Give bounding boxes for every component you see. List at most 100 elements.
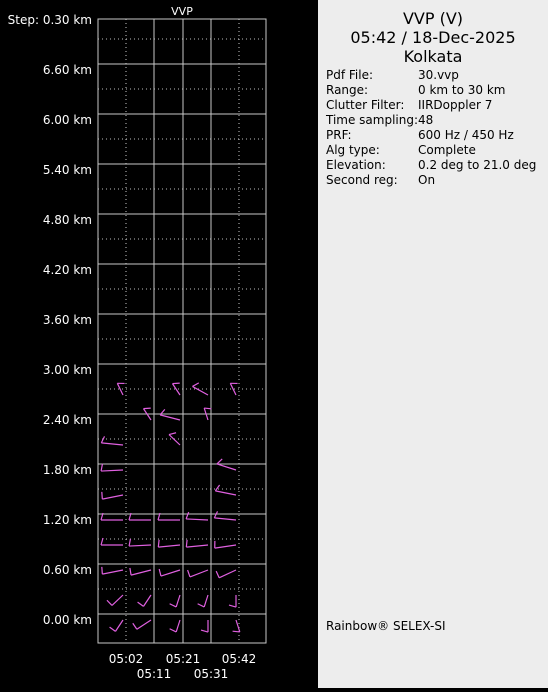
wind-barb-feather	[217, 459, 222, 464]
wind-barb-staff	[176, 620, 180, 632]
y-tick-label: 4.20 km	[43, 263, 92, 277]
wind-barb-feather	[192, 383, 198, 387]
chart-title: VVP	[171, 5, 193, 18]
info-label: PRF:	[326, 128, 352, 142]
plot-frame	[98, 19, 266, 643]
wind-barb-feather	[216, 571, 219, 578]
wind-barb-staff	[215, 491, 236, 495]
wind-barb-feather	[201, 630, 208, 632]
wind-barb	[215, 485, 236, 495]
wind-barb	[214, 511, 236, 520]
wind-barb-feather	[107, 600, 112, 605]
wind-barb-feather	[170, 629, 177, 632]
wind-barb	[107, 595, 123, 605]
y-tick-label: 1.80 km	[43, 463, 92, 477]
wind-barb	[229, 595, 236, 607]
wind-barb-staff	[101, 443, 123, 445]
info-value: 0 km to 30 km	[418, 83, 506, 97]
y-tick-label: 6.00 km	[43, 113, 92, 127]
wind-barb-staff	[214, 518, 236, 520]
wind-barb-staff	[192, 386, 208, 395]
wind-barb	[101, 538, 123, 545]
wind-barb-staff	[186, 519, 208, 520]
wind-barb-feather	[138, 602, 144, 606]
info-panel: VVP (V) 05:42 / 18-Dec-2025 Kolkata Pdf …	[318, 0, 548, 688]
wind-barb	[158, 540, 180, 547]
wind-barb	[186, 512, 208, 520]
wind-barb-feather	[101, 436, 104, 443]
wind-barb-staff	[169, 435, 180, 445]
wind-barb-staff	[176, 595, 180, 607]
info-value: 48	[418, 113, 433, 127]
wind-barb-feather	[133, 623, 137, 629]
wind-barb-feather	[130, 568, 131, 575]
wind-barb-staff	[219, 570, 236, 578]
product-datetime: 05:42 / 18-Dec-2025	[318, 28, 548, 47]
wind-barb-staff	[215, 545, 236, 548]
credit-label: Rainbow® SELEX-SI	[326, 619, 446, 633]
info-label: Pdf File:	[326, 68, 373, 82]
wind-barb-feather	[143, 408, 150, 409]
wind-barb-staff	[131, 570, 151, 575]
wind-barb-feather	[102, 567, 103, 574]
y-tick-label: 3.00 km	[43, 363, 92, 377]
wind-barb	[102, 567, 123, 574]
wind-barb-staff	[129, 545, 151, 546]
wind-barb	[101, 436, 123, 445]
vvp-chart: VVPStep: 0.30 km6.60 km6.00 km5.40 km4.8…	[0, 0, 318, 688]
info-value: IIRDoppler 7	[418, 98, 492, 112]
x-tick-label: 05:42	[222, 652, 257, 666]
wind-barb	[216, 570, 236, 578]
wind-barb-feather	[101, 464, 102, 471]
info-label: Clutter Filter:	[326, 98, 404, 112]
wind-barb	[215, 541, 236, 548]
wind-barb-feather	[170, 604, 177, 607]
wind-barb	[101, 464, 123, 471]
y-tick-label: 1.20 km	[43, 513, 92, 527]
wind-barb	[230, 383, 237, 395]
info-value: On	[418, 173, 435, 187]
wind-barb-feather	[186, 512, 189, 519]
wind-barb-feather	[172, 383, 179, 384]
x-tick-label: 05:21	[166, 652, 201, 666]
y-tick-label: 0.60 km	[43, 563, 92, 577]
x-tick-label: 05:02	[109, 652, 144, 666]
y-tick-label: 5.40 km	[43, 163, 92, 177]
wind-barb-feather	[158, 540, 159, 547]
wind-barb	[130, 568, 151, 575]
wind-barb-staff	[115, 620, 123, 631]
wind-barb-feather	[102, 492, 103, 499]
info-value: 30.vvp	[418, 68, 459, 82]
wind-barb-staff	[161, 570, 180, 576]
wind-barb-feather	[186, 540, 187, 547]
wind-barb-feather	[229, 605, 236, 607]
wind-barb-feather	[233, 631, 240, 632]
wind-barb-feather	[214, 511, 217, 518]
wind-barb-staff	[230, 383, 236, 395]
wind-barb-feather	[215, 485, 219, 491]
wind-barb	[170, 620, 180, 632]
wind-barb	[188, 570, 208, 577]
wind-barb	[102, 492, 123, 499]
wind-barb-staff	[143, 595, 151, 606]
y-tick-label: Step: 0.30 km	[8, 13, 92, 27]
y-tick-label: 4.80 km	[43, 213, 92, 227]
wind-barb	[138, 595, 151, 606]
product-title: VVP (V)	[318, 9, 548, 28]
wind-barb-feather	[159, 569, 161, 576]
wind-barb-staff	[217, 464, 236, 470]
wind-barb-feather	[169, 433, 176, 435]
product-location: Kolkata	[318, 47, 548, 66]
info-value: 0.2 deg to 21.0 deg	[418, 158, 536, 172]
wind-barb-feather	[204, 408, 211, 409]
wind-barb	[198, 595, 208, 607]
wind-barb	[170, 595, 180, 607]
wind-barb-staff	[102, 495, 123, 499]
wind-barb	[233, 620, 240, 632]
vvp-plot-panel: VVPStep: 0.30 km6.60 km6.00 km5.40 km4.8…	[0, 0, 318, 688]
info-label: Alg type:	[326, 143, 380, 157]
info-value: 600 Hz / 450 Hz	[418, 128, 514, 142]
wind-barb-staff	[160, 415, 180, 420]
wind-barb-staff	[158, 545, 180, 547]
wind-barb	[160, 409, 180, 420]
